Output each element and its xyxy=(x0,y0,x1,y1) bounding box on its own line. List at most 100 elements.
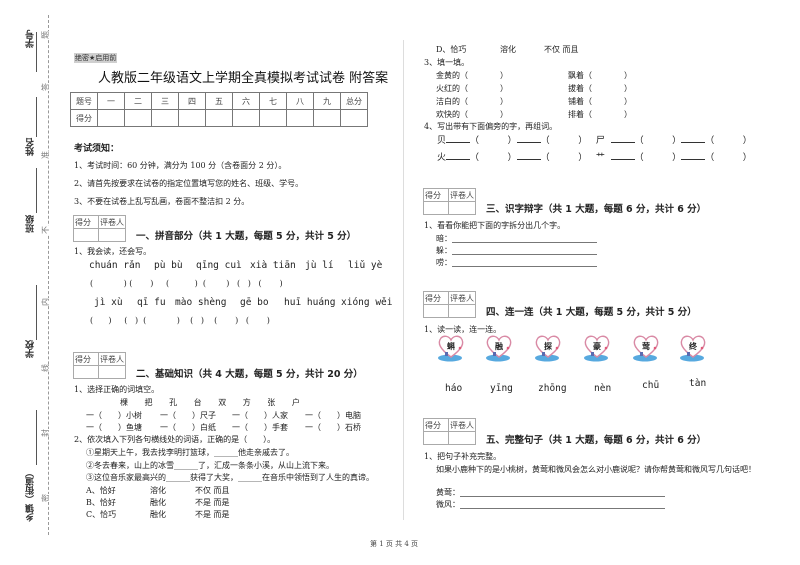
fill-item[interactable]: 洁白的（ ） xyxy=(436,96,508,107)
grader-score-cell[interactable] xyxy=(423,304,449,318)
word-bank-item: 户 xyxy=(291,398,300,407)
fill-item[interactable]: 铺着（ ） xyxy=(568,96,632,107)
question-text: 3、填一填。 xyxy=(424,58,470,67)
question-text: 2、依次填入下列各句横线处的词语，正确的是（ ）。 xyxy=(74,435,276,444)
answer-blank[interactable] xyxy=(516,159,541,160)
word-bank-item: 方 xyxy=(242,398,251,407)
grader-score-cell[interactable] xyxy=(423,431,449,445)
fill-item[interactable]: 一（ ）电脑 xyxy=(305,410,361,421)
heart-card[interactable]: 豪 xyxy=(582,333,612,363)
grader-reviewer-label: 评卷人 xyxy=(448,418,476,432)
option-word: 不是 而是 xyxy=(195,498,230,507)
score-cell[interactable] xyxy=(124,109,152,127)
fill-item[interactable]: 火红的（ ） xyxy=(436,83,508,94)
heart-card[interactable]: 终 xyxy=(678,333,708,363)
grader-reviewer-cell[interactable] xyxy=(448,431,476,445)
grader-reviewer-cell[interactable] xyxy=(98,365,126,379)
pinyin-option[interactable]: háo xyxy=(445,383,462,394)
grader-score-cell[interactable] xyxy=(73,365,99,379)
answer-line[interactable] xyxy=(452,254,597,255)
answer-line[interactable] xyxy=(460,508,665,509)
heart-card[interactable]: 蝌 xyxy=(436,333,466,363)
score-cell[interactable] xyxy=(205,109,233,127)
page-title: 人教版二年级语文上学期全真模拟考试试卷 附答案 xyxy=(98,71,389,86)
answer-blank[interactable] xyxy=(681,142,706,143)
fill-item[interactable]: 一（ ）尺子 xyxy=(160,410,216,421)
fill-item[interactable]: 飘着（ ） xyxy=(568,70,632,81)
fill-item[interactable]: 一（ ）人家 xyxy=(232,410,288,421)
score-table-header-row: 题号 一 二 三 四 五 六 七 八 九 总分 xyxy=(70,92,368,110)
fill-item[interactable]: 一（ ）小树 xyxy=(86,410,142,421)
grader-score-cell[interactable] xyxy=(73,228,99,242)
grader-box: 得分 评卷人 xyxy=(73,352,126,379)
score-header-cell: 八 xyxy=(286,92,314,110)
fill-item[interactable]: 一（ ）白纸 xyxy=(160,422,216,433)
option-label[interactable]: D、恰巧 xyxy=(436,44,466,55)
pinyin-item: liǔ yè xyxy=(348,260,383,271)
fill-item[interactable]: 一（ ）石桥 xyxy=(305,422,361,433)
grader-reviewer-cell[interactable] xyxy=(98,228,126,242)
score-cell[interactable] xyxy=(259,109,287,127)
fill-item[interactable]: 一（ ）鱼塘 xyxy=(86,422,142,433)
school-line xyxy=(36,285,37,340)
score-table-score-row: 得分 xyxy=(70,109,368,127)
answer-blank[interactable] xyxy=(610,159,635,160)
score-cell[interactable] xyxy=(286,109,314,127)
score-cell[interactable] xyxy=(178,109,206,127)
pinyin-option[interactable]: tàn xyxy=(689,378,706,389)
grader-score-label: 得分 xyxy=(73,215,99,229)
answer-blank[interactable] xyxy=(516,142,541,143)
pinyin-item: qī fu xyxy=(137,297,166,308)
fill-item[interactable]: 金黄的（ ） xyxy=(436,70,508,81)
heart-card[interactable]: 融 xyxy=(484,333,514,363)
seal-char: 封 xyxy=(41,429,51,437)
answer-blank[interactable] xyxy=(681,159,706,160)
heart-card[interactable]: 莺 xyxy=(631,333,661,363)
fill-item[interactable]: 一（ ）手套 xyxy=(232,422,288,433)
score-cell[interactable] xyxy=(340,109,368,127)
fill-item[interactable]: 拔着（ ） xyxy=(568,83,632,94)
word-bank-item: 张 xyxy=(267,398,276,407)
section-title: 二、基础知识（共 4 大题，每题 5 分，共计 20 分） xyxy=(136,369,363,380)
word-bank-item: 台 xyxy=(193,398,202,407)
answer-blank[interactable] xyxy=(610,142,635,143)
grader-reviewer-cell[interactable] xyxy=(448,201,476,215)
score-header-cell: 总分 xyxy=(340,92,368,110)
option-label[interactable]: C、恰巧 xyxy=(86,509,116,520)
option-label[interactable]: B、恰好 xyxy=(86,497,116,508)
pinyin-item: qīng cuì xyxy=(196,260,242,271)
heart-card[interactable]: 探 xyxy=(533,333,563,363)
fill-item[interactable]: 排着（ ） xyxy=(568,109,632,120)
word-bank-item: 棵 xyxy=(120,398,128,407)
radical-char: 火 xyxy=(437,153,447,163)
pinyin-option[interactable]: yīng xyxy=(490,383,513,394)
answer-line[interactable] xyxy=(460,496,665,497)
name-line xyxy=(36,97,37,137)
answer-line[interactable] xyxy=(452,266,597,267)
option-label[interactable]: A、恰好 xyxy=(86,485,116,496)
option-word: 融化 xyxy=(150,510,166,519)
grader-box: 得分 评卷人 xyxy=(423,291,476,318)
grader-reviewer-label: 评卷人 xyxy=(98,215,126,229)
grader-score-cell[interactable] xyxy=(423,201,449,215)
answer-line[interactable] xyxy=(452,242,597,243)
pinyin-option[interactable]: chū xyxy=(642,380,659,391)
score-cell[interactable] xyxy=(232,109,260,127)
answer-brackets[interactable]: ( ) ( ) ( ) ( ) ( ) ( ) xyxy=(90,279,283,288)
seal-char: 内 xyxy=(41,298,51,306)
seal-char: 准 xyxy=(41,151,51,159)
seal-char: 题 xyxy=(41,31,51,39)
score-cell[interactable] xyxy=(313,109,341,127)
answer-blank[interactable] xyxy=(446,159,471,160)
score-cell[interactable] xyxy=(151,109,179,127)
answer-brackets[interactable]: ( ) ( ) ( ) ( ) ( ) ( ) xyxy=(90,316,270,325)
score-cell[interactable] xyxy=(97,109,125,127)
fill-item[interactable]: 欢快的（ ） xyxy=(436,109,508,120)
question-text: 4、写出带有下面偏旁的字，再组词。 xyxy=(424,122,558,131)
grader-reviewer-cell[interactable] xyxy=(448,304,476,318)
score-header-cell: 二 xyxy=(124,92,152,110)
pinyin-option[interactable]: zhōng xyxy=(538,383,567,394)
answer-blank[interactable] xyxy=(446,142,471,143)
score-row-label: 得分 xyxy=(70,109,98,127)
pinyin-option[interactable]: nèn xyxy=(594,383,611,394)
